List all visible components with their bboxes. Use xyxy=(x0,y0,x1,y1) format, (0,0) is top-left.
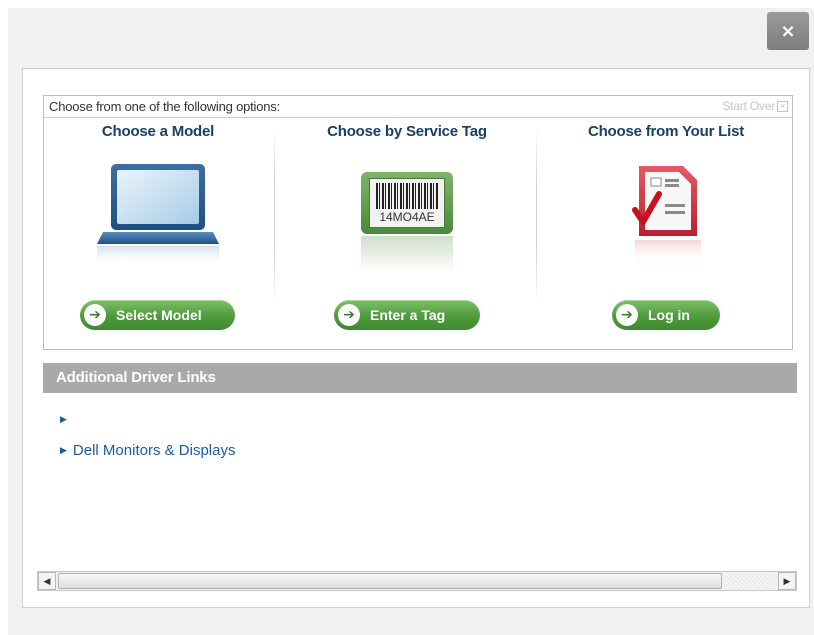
service-tag-title: Choose by Service Tag xyxy=(327,123,487,140)
start-over-link[interactable]: Start Over × xyxy=(722,99,788,113)
scroll-left-button[interactable]: ◀ xyxy=(38,572,56,590)
start-over-label: Start Over xyxy=(722,99,775,113)
your-list-column: Choose from Your List ➔ Log in xyxy=(538,118,794,348)
options-header: Choose from one of the following options… xyxy=(44,96,792,118)
triangle-right-icon: ▶ xyxy=(60,445,67,455)
column-divider xyxy=(274,126,275,304)
close-button[interactable]: × xyxy=(767,12,809,50)
arrow-right-icon: ➔ xyxy=(616,304,638,326)
options-panel: Choose from one of the following options… xyxy=(43,95,793,350)
driver-dialog: Choose from one of the following options… xyxy=(22,68,810,608)
start-over-close-icon: × xyxy=(777,100,788,112)
select-model-label: Select Model xyxy=(116,307,202,323)
service-tag-icon: 14MO4AE xyxy=(361,172,453,272)
scrollbar-track[interactable] xyxy=(726,573,774,589)
driver-link-label: Dell Monitors & Displays xyxy=(72,442,236,459)
enter-tag-button[interactable]: ➔ Enter a Tag xyxy=(334,300,480,330)
log-in-button[interactable]: ➔ Log in xyxy=(612,300,720,330)
laptop-icon xyxy=(97,164,219,266)
arrow-right-icon: ➔ xyxy=(338,304,360,326)
driver-link-item[interactable]: ▶ Dell Monitors & Displays xyxy=(60,442,235,459)
scrollbar-thumb[interactable] xyxy=(58,573,722,589)
arrow-right-icon: ▶ xyxy=(783,575,791,586)
select-model-button[interactable]: ➔ Select Model xyxy=(80,300,235,330)
arrow-right-icon: ➔ xyxy=(84,304,106,326)
your-list-title: Choose from Your List xyxy=(587,123,745,140)
scroll-right-button[interactable]: ▶ xyxy=(778,572,796,590)
additional-links-header: Additional Driver Links xyxy=(43,363,797,393)
close-icon: × xyxy=(780,20,796,42)
options-header-text: Choose from one of the following options… xyxy=(49,99,280,114)
list-checklist-icon xyxy=(632,166,701,266)
choose-model-title: Choose a Model xyxy=(101,123,215,140)
arrow-left-icon: ◀ xyxy=(43,575,51,586)
column-divider xyxy=(536,126,537,304)
horizontal-scrollbar[interactable]: ◀ ▶ xyxy=(37,571,797,591)
triangle-right-icon: ▶ xyxy=(60,414,67,424)
enter-tag-label: Enter a Tag xyxy=(370,307,446,323)
choose-model-column: Choose a Model ➔ Select Model xyxy=(44,118,272,348)
log-in-label: Log in xyxy=(648,307,690,323)
service-tag-column: Choose by Service Tag 14MO4AE ➔ Enter a … xyxy=(276,118,538,348)
service-tag-text: 14MO4AE xyxy=(379,210,435,224)
driver-link-item[interactable]: ▶ xyxy=(60,414,73,425)
